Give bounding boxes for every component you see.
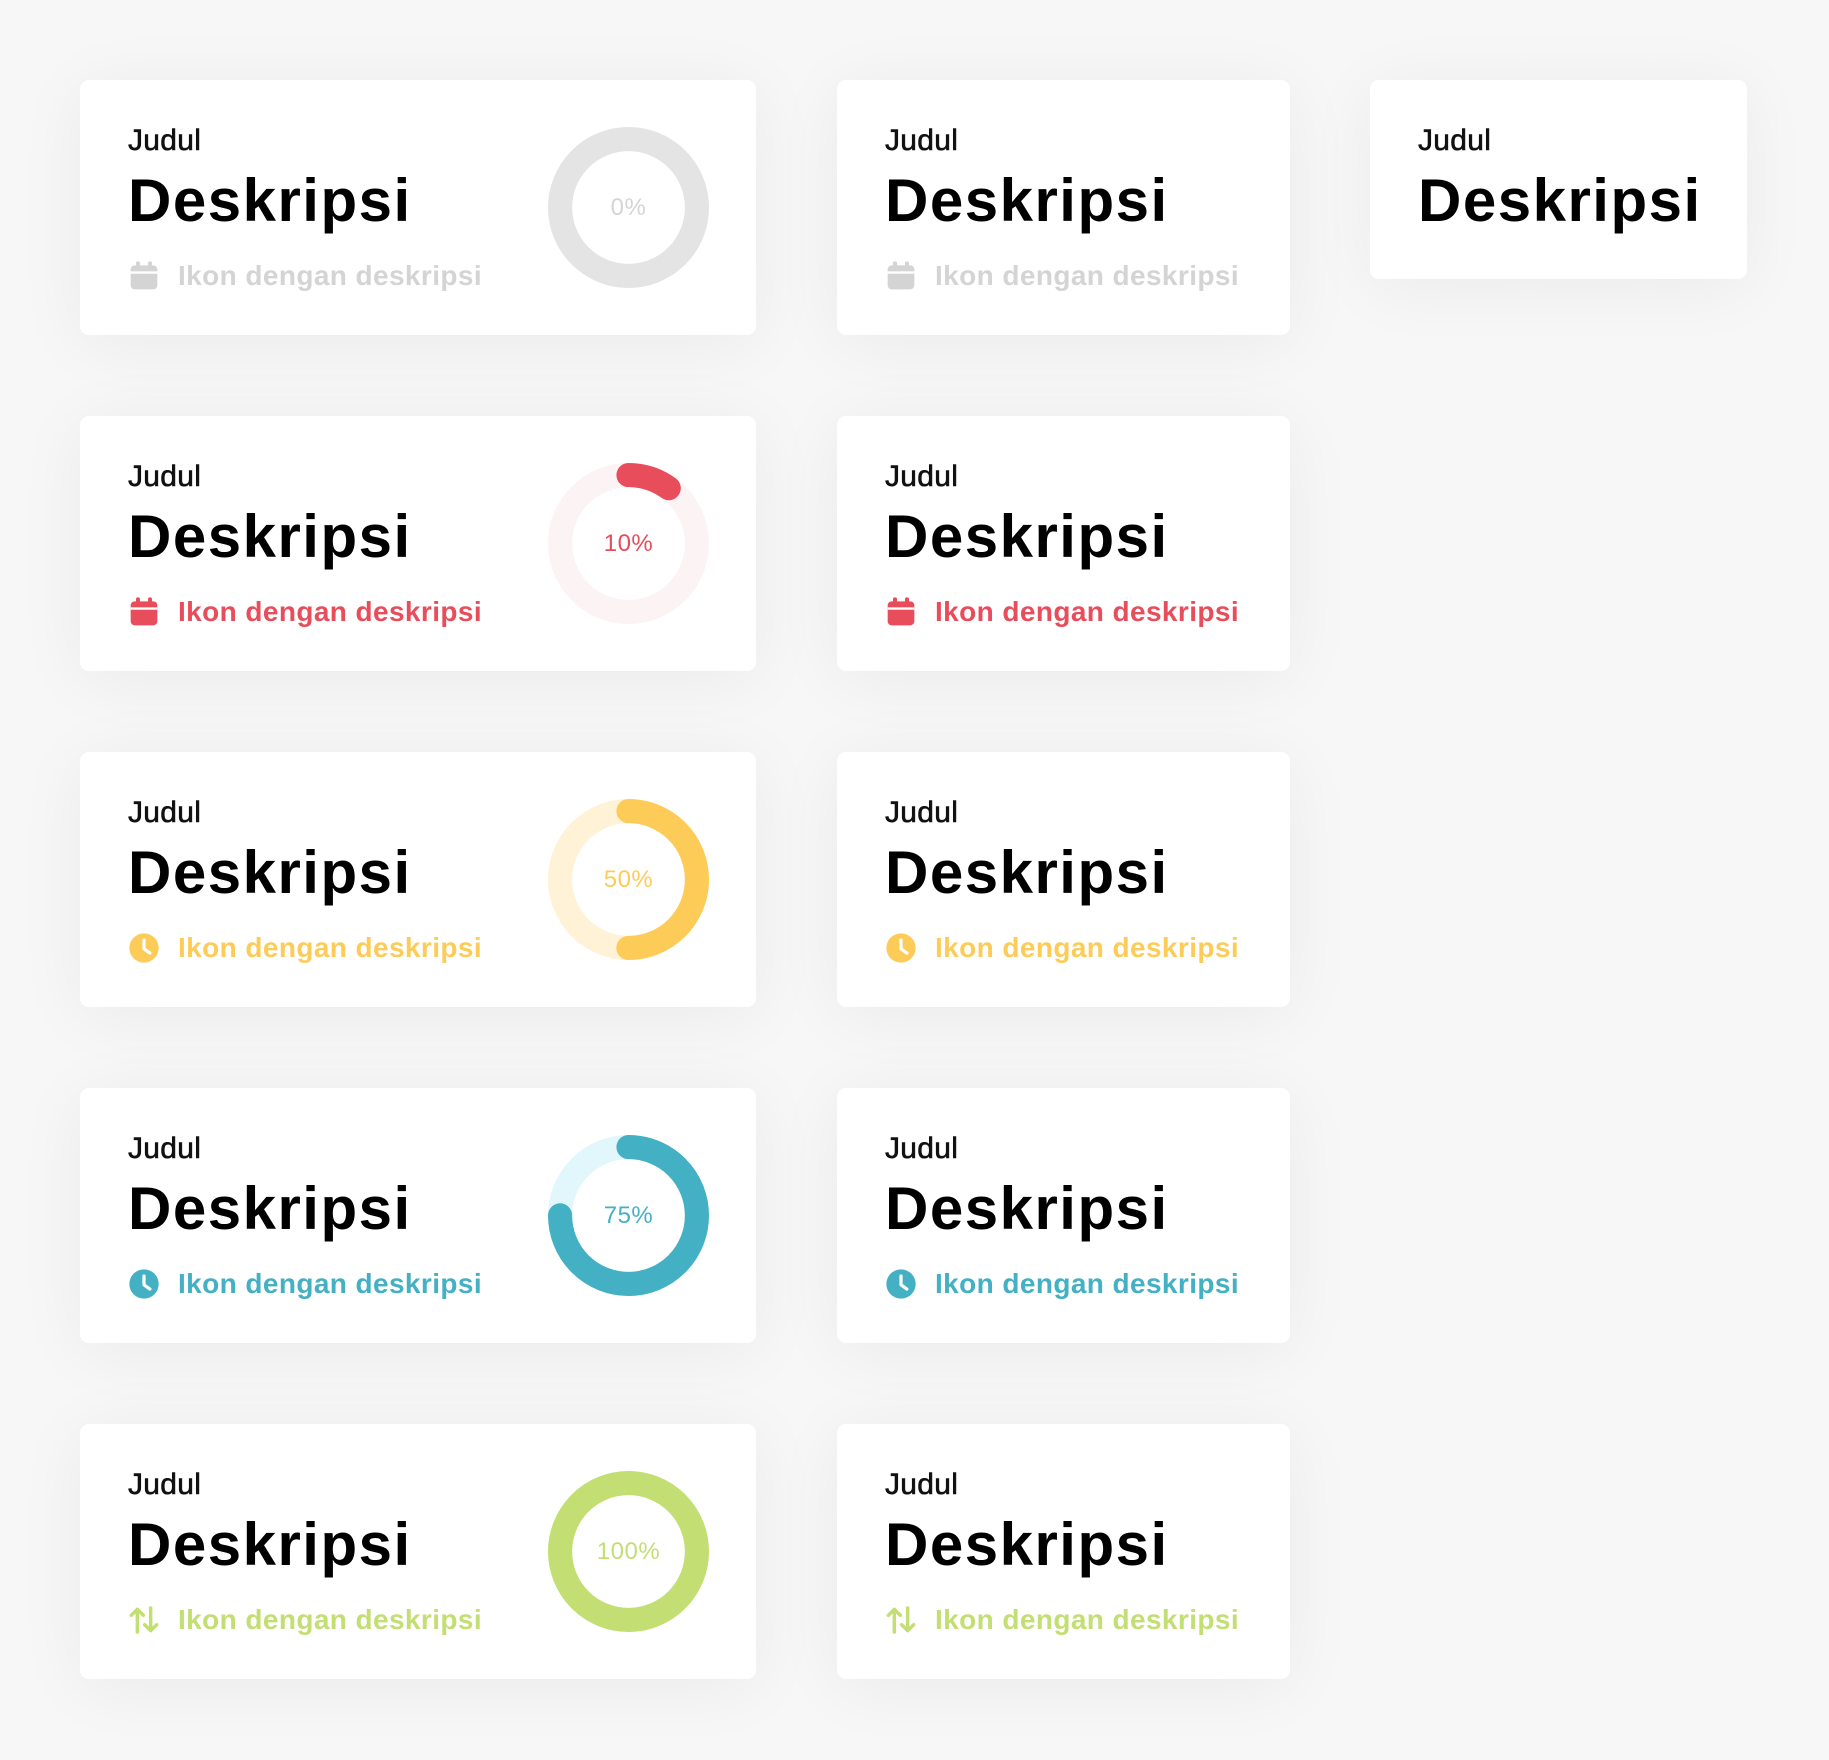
card-meta: Ikon dengan deskripsi bbox=[128, 931, 482, 965]
progress-label: 0% bbox=[610, 193, 647, 221]
stat-card: Judul Deskripsi Ikon dengan deskripsi 10… bbox=[80, 416, 756, 671]
card-title: Judul bbox=[128, 1468, 202, 1501]
calendar-icon bbox=[885, 596, 917, 628]
stat-card: Judul Deskripsi Ikon dengan deskripsi 50… bbox=[80, 752, 756, 1007]
card-meta-text: Ikon dengan deskripsi bbox=[935, 1268, 1240, 1299]
card-description: Deskripsi bbox=[128, 839, 412, 906]
card-description: Deskripsi bbox=[128, 503, 412, 570]
card-meta-text: Ikon dengan deskripsi bbox=[178, 932, 483, 963]
stat-card: Judul Deskripsi Ikon dengan deskripsi bbox=[837, 80, 1290, 335]
card-meta: Ikon dengan deskripsi bbox=[128, 595, 482, 629]
card-description: Deskripsi bbox=[885, 839, 1169, 906]
card-meta: Ikon dengan deskripsi bbox=[128, 1267, 482, 1301]
card-title: Judul bbox=[885, 1468, 959, 1501]
card-meta-text: Ikon dengan deskripsi bbox=[935, 1604, 1240, 1635]
card-description: Deskripsi bbox=[885, 503, 1169, 570]
card-meta-text: Ikon dengan deskripsi bbox=[935, 260, 1240, 291]
stat-card: Judul Deskripsi Ikon dengan deskripsi bbox=[837, 1424, 1290, 1679]
progress-donut: 50% bbox=[548, 799, 709, 960]
card-meta-text: Ikon dengan deskripsi bbox=[935, 596, 1240, 627]
card-title: Judul bbox=[128, 124, 202, 157]
progress-label: 100% bbox=[596, 1537, 661, 1565]
card-meta-text: Ikon dengan deskripsi bbox=[178, 260, 483, 291]
card-title: Judul bbox=[885, 796, 959, 829]
progress-donut: 100% bbox=[548, 1471, 709, 1632]
card-description: Deskripsi bbox=[885, 1175, 1169, 1242]
card-title: Judul bbox=[128, 796, 202, 829]
progress-donut: 10% bbox=[548, 463, 709, 624]
card-title: Judul bbox=[128, 460, 202, 493]
card-meta: Ikon dengan deskripsi bbox=[128, 1603, 482, 1637]
card-meta: Ikon dengan deskripsi bbox=[885, 1267, 1239, 1301]
card-meta-text: Ikon dengan deskripsi bbox=[935, 932, 1240, 963]
stat-card: Judul Deskripsi Ikon dengan deskripsi 0% bbox=[80, 80, 756, 335]
card-description: Deskripsi bbox=[128, 167, 412, 234]
card-meta: Ikon dengan deskripsi bbox=[885, 595, 1239, 629]
card-description: Deskripsi bbox=[885, 1511, 1169, 1578]
card-title: Judul bbox=[885, 124, 959, 157]
card-title: Judul bbox=[1418, 124, 1492, 157]
card-title: Judul bbox=[885, 460, 959, 493]
card-title: Judul bbox=[885, 1132, 959, 1165]
stat-card: Judul Deskripsi Ikon dengan deskripsi 75… bbox=[80, 1088, 756, 1343]
card-meta: Ikon dengan deskripsi bbox=[885, 1603, 1239, 1637]
swap-vertical-icon bbox=[885, 1604, 917, 1636]
card-meta: Ikon dengan deskripsi bbox=[885, 259, 1239, 293]
card-meta-text: Ikon dengan deskripsi bbox=[178, 596, 483, 627]
progress-label: 10% bbox=[603, 529, 654, 557]
card-meta: Ikon dengan deskripsi bbox=[885, 931, 1239, 965]
progress-label: 50% bbox=[603, 865, 654, 893]
swap-vertical-icon bbox=[128, 1604, 160, 1636]
calendar-icon bbox=[885, 260, 917, 292]
stat-card: Judul Deskripsi bbox=[1370, 80, 1747, 279]
progress-donut: 0% bbox=[548, 127, 709, 288]
card-meta-text: Ikon dengan deskripsi bbox=[178, 1268, 483, 1299]
clock-icon bbox=[885, 932, 917, 964]
card-description: Deskripsi bbox=[1418, 167, 1702, 234]
clock-icon bbox=[128, 932, 160, 964]
progress-donut: 75% bbox=[548, 1135, 709, 1296]
stat-card: Judul Deskripsi Ikon dengan deskripsi bbox=[837, 752, 1290, 1007]
card-title: Judul bbox=[128, 1132, 202, 1165]
stat-card: Judul Deskripsi Ikon dengan deskripsi 10… bbox=[80, 1424, 756, 1679]
clock-icon bbox=[128, 1268, 160, 1300]
progress-label: 75% bbox=[603, 1201, 654, 1229]
calendar-icon bbox=[128, 596, 160, 628]
card-description: Deskripsi bbox=[128, 1175, 412, 1242]
card-meta: Ikon dengan deskripsi bbox=[128, 259, 482, 293]
stat-card: Judul Deskripsi Ikon dengan deskripsi bbox=[837, 416, 1290, 671]
card-description: Deskripsi bbox=[128, 1511, 412, 1578]
card-description: Deskripsi bbox=[885, 167, 1169, 234]
calendar-icon bbox=[128, 260, 160, 292]
card-meta-text: Ikon dengan deskripsi bbox=[178, 1604, 483, 1635]
clock-icon bbox=[885, 1268, 917, 1300]
stat-card: Judul Deskripsi Ikon dengan deskripsi bbox=[837, 1088, 1290, 1343]
